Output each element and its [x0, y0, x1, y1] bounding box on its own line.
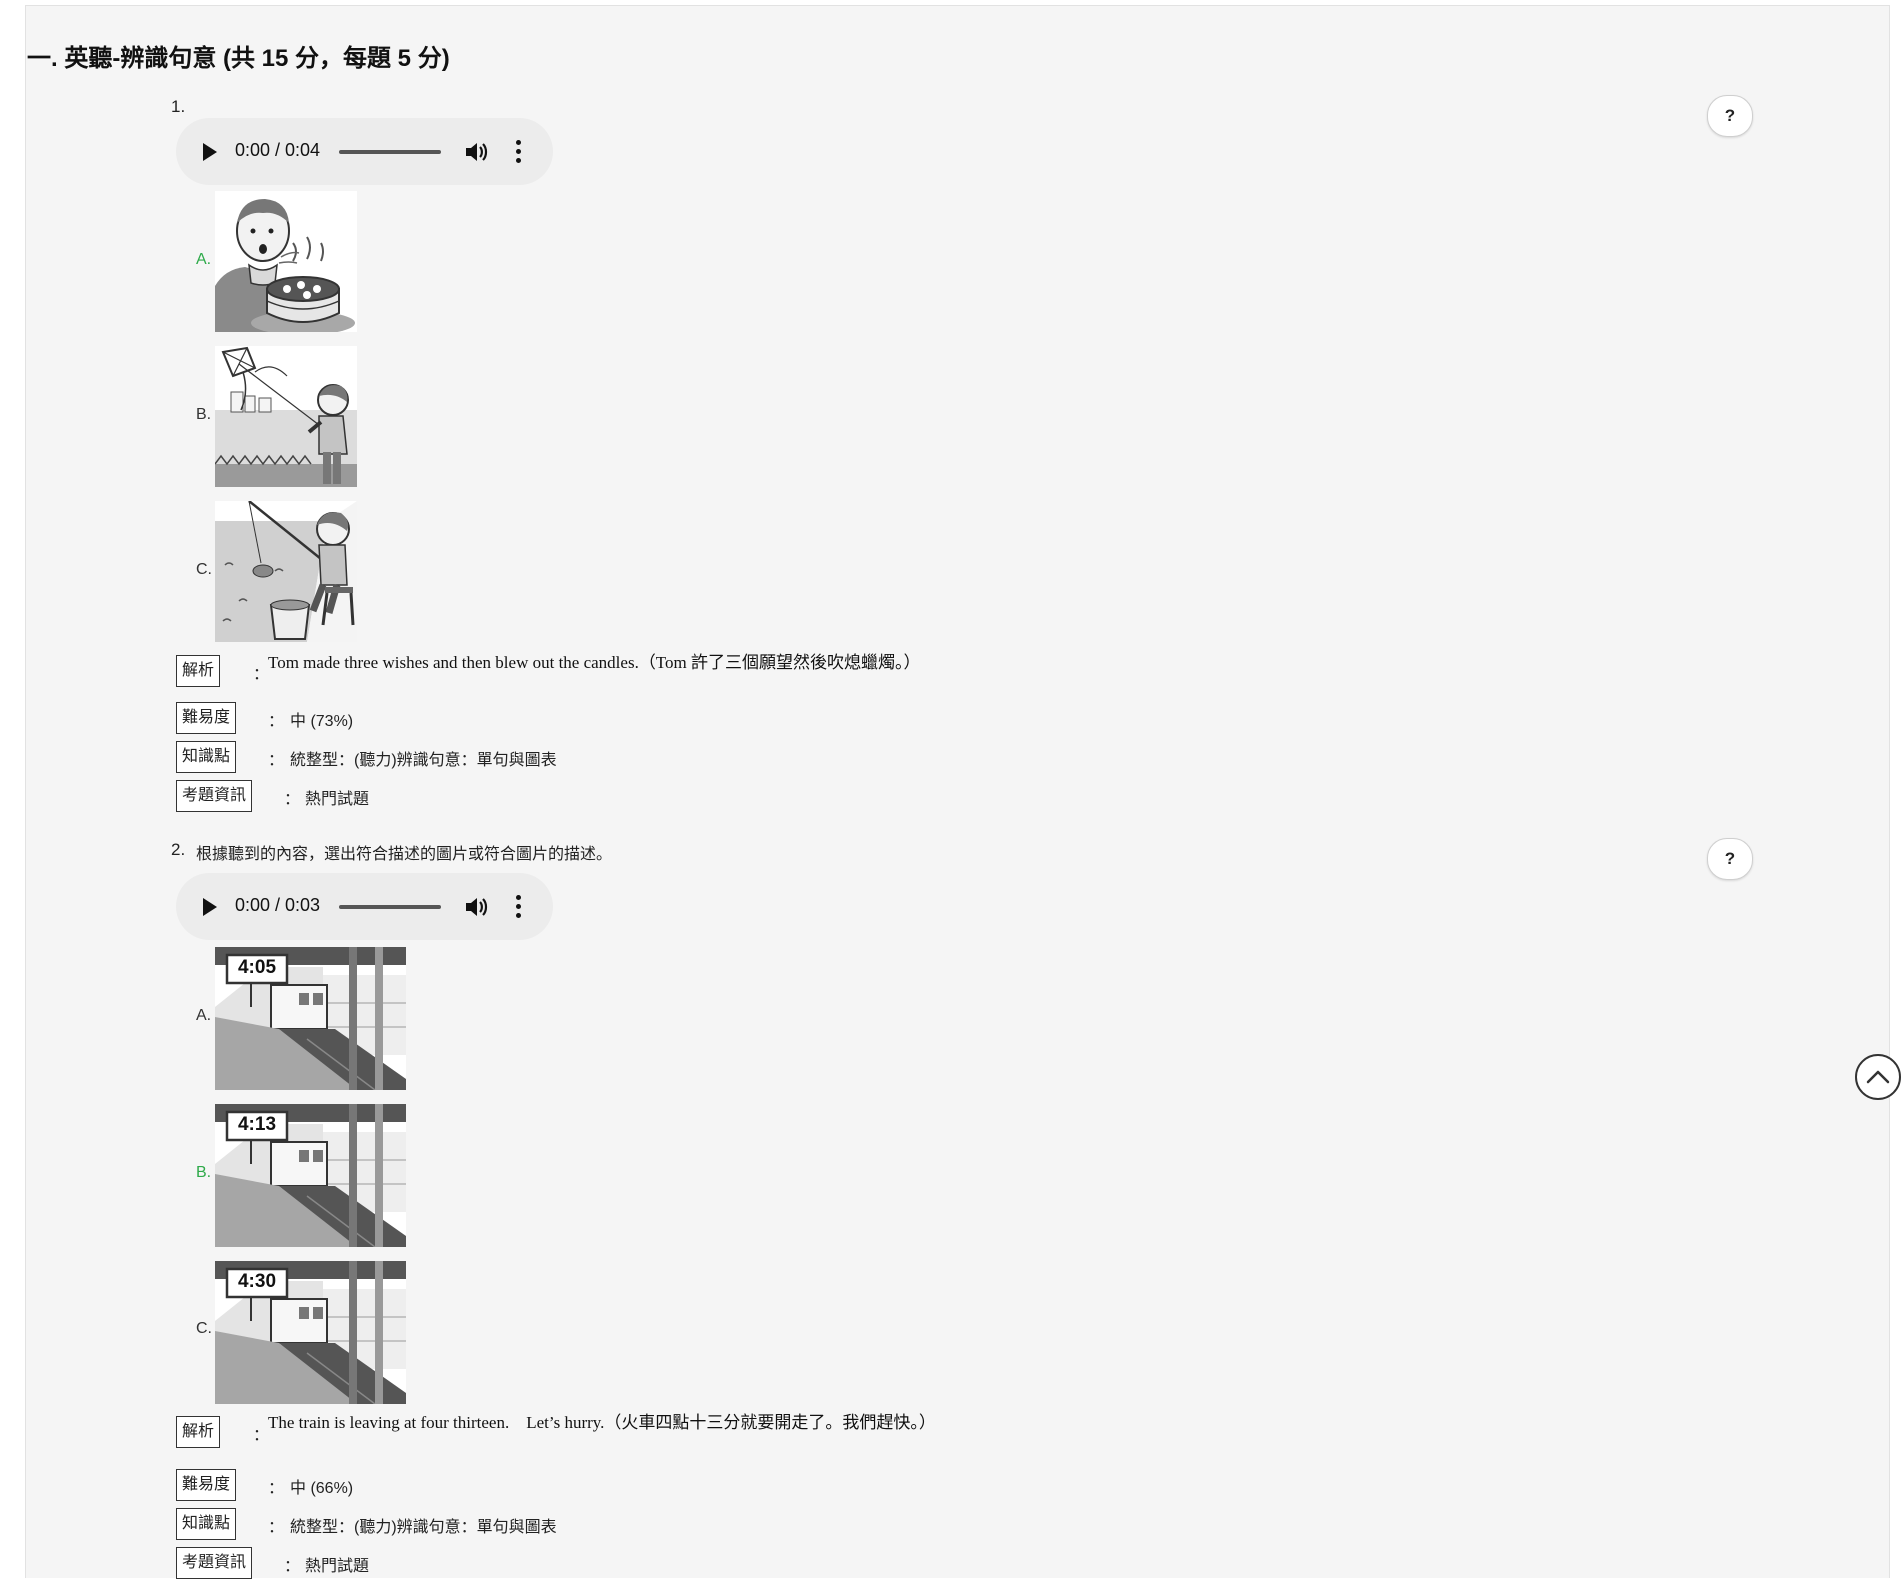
audio-player: 0:00 / 0:03: [176, 873, 553, 940]
audio-progress-slider[interactable]: [339, 150, 441, 154]
option-c-label: C.: [196, 561, 212, 578]
colon: ：: [268, 1480, 285, 1497]
section-title: 一. 英聽-辨識句意 (共 15 分，每題 5 分): [27, 45, 450, 72]
more-options-icon[interactable]: [513, 140, 523, 164]
volume-icon[interactable]: [464, 896, 488, 918]
audio-player: 0:00 / 0:04: [176, 118, 553, 185]
colon: ：: [268, 1519, 285, 1536]
colon: ：: [268, 713, 285, 730]
option-c-image[interactable]: [215, 501, 357, 642]
audio-time: 0:00 / 0:04: [235, 140, 321, 160]
colon: ：: [253, 666, 270, 683]
question-number: 2.: [171, 840, 186, 859]
play-icon[interactable]: [203, 143, 217, 161]
clock-text: 4:30: [237, 1271, 277, 1292]
play-icon[interactable]: [203, 898, 217, 916]
audio-time: 0:00 / 0:03: [235, 895, 321, 915]
option-a-label: A.: [196, 1007, 212, 1024]
difficulty-tag: 難易度: [176, 702, 237, 734]
audio-progress-slider[interactable]: [339, 905, 441, 909]
exam-info-value: 熱門試題: [305, 1558, 370, 1575]
difficulty-value: 中 (73%): [290, 713, 354, 730]
help-button[interactable]: ?: [1707, 95, 1753, 137]
more-options-icon[interactable]: [513, 895, 523, 919]
difficulty-tag: 難易度: [176, 1469, 237, 1501]
help-button[interactable]: ?: [1707, 838, 1753, 880]
difficulty-value: 中 (66%): [290, 1480, 354, 1497]
knowledge-tag: 知識點: [176, 741, 237, 773]
exam-info-tag: 考題資訊: [176, 1547, 253, 1579]
option-a-label: A.: [196, 251, 212, 268]
explanation-text: Tom made three wishes and then blew out …: [268, 653, 921, 672]
option-b-label: B.: [196, 1164, 212, 1181]
option-b-label: B.: [196, 406, 212, 423]
colon: ：: [268, 752, 285, 769]
colon: ：: [284, 791, 301, 808]
knowledge-value: 統整型：(聽力)辨識句意：單句與圖表: [290, 1519, 557, 1536]
explain-tag: 解析: [176, 1416, 221, 1448]
explain-tag: 解析: [176, 655, 221, 687]
exam-info-value: 熱門試題: [305, 791, 370, 808]
explanation-text: The train is leaving at four thirteen. L…: [268, 1413, 936, 1432]
option-c-label: C.: [196, 1320, 212, 1337]
clock-text: 4:13: [237, 1114, 277, 1135]
colon: ：: [253, 1427, 270, 1444]
knowledge-value: 統整型：(聽力)辨識句意：單句與圖表: [290, 752, 557, 769]
question-number: 1.: [171, 97, 186, 116]
volume-icon[interactable]: [464, 141, 488, 163]
knowledge-tag: 知識點: [176, 1508, 237, 1540]
exam-info-tag: 考題資訊: [176, 780, 253, 812]
colon: ：: [284, 1558, 301, 1575]
question-prompt: 根據聽到的內容，選出符合描述的圖片或符合圖片的描述。: [196, 846, 613, 863]
option-b-image[interactable]: [215, 346, 357, 487]
option-a-image[interactable]: [215, 191, 357, 332]
back-to-top-button[interactable]: [1855, 1054, 1901, 1100]
chevron-up-icon: [1866, 1070, 1890, 1084]
clock-text: 4:05: [237, 957, 277, 978]
